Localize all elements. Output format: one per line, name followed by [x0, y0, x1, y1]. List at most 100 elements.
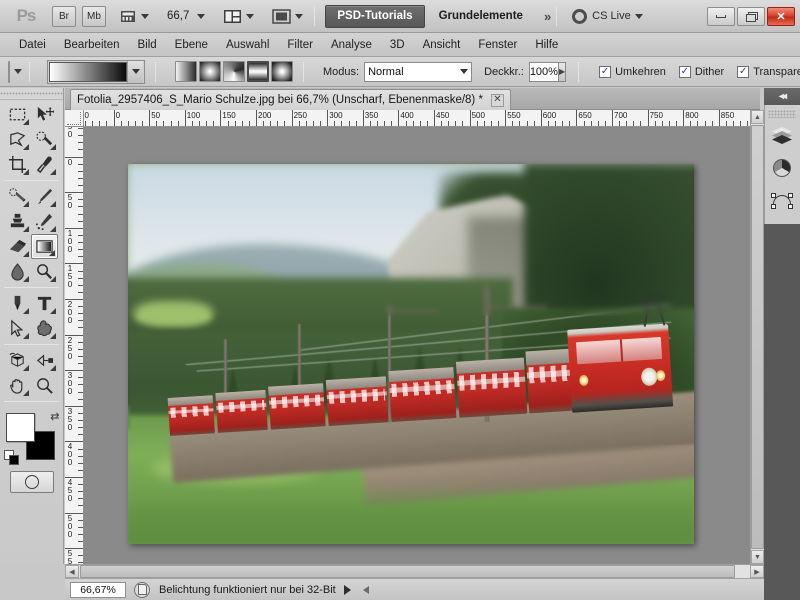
angle-gradient-button[interactable]	[223, 61, 245, 82]
quick-selection-flyout-triangle-icon[interactable]	[50, 144, 56, 150]
restore-button[interactable]	[737, 6, 765, 26]
gradient-picker-dropdown[interactable]	[127, 60, 143, 83]
ruler-corner[interactable]	[65, 110, 84, 127]
linear-gradient-button[interactable]	[175, 61, 197, 82]
dodge-tool[interactable]	[31, 259, 58, 284]
tool-preset-chevron-down-icon[interactable]	[14, 69, 22, 74]
horizontal-ruler[interactable]: 5005010015020025030035040045050055060065…	[84, 110, 750, 127]
transparency-checkbox[interactable]: ✓	[737, 65, 750, 78]
close-button[interactable]: ✕	[767, 6, 795, 26]
custom-shape-flyout-triangle-icon[interactable]	[50, 333, 56, 339]
menu-bearbeiten[interactable]: Bearbeiten	[55, 36, 129, 54]
lasso-tool[interactable]	[4, 127, 31, 152]
pen-flyout-triangle-icon[interactable]	[23, 308, 29, 314]
toolbox-grip-handle[interactable]	[0, 88, 63, 100]
default-colors-icon[interactable]	[3, 450, 19, 465]
menu-filter[interactable]: Filter	[278, 36, 322, 54]
view-extras-button[interactable]	[116, 6, 153, 27]
dodge-flyout-triangle-icon[interactable]	[50, 276, 56, 282]
diamond-gradient-button[interactable]	[271, 61, 293, 82]
history-brush-flyout-triangle-icon[interactable]	[50, 226, 56, 232]
canvas-area[interactable]	[84, 127, 750, 564]
dither-checkbox-row[interactable]: ✓ Dither	[678, 65, 724, 78]
eraser-flyout-triangle-icon[interactable]	[23, 251, 29, 257]
status-expand-arrow-icon[interactable]	[343, 584, 351, 595]
3d-object-flyout-triangle-icon[interactable]	[23, 365, 29, 371]
workspace-tab-grundelemente[interactable]: Grundelemente	[428, 5, 534, 28]
opacity-stepper-button[interactable]: ▶	[558, 61, 567, 82]
screen-mode-chevron-down-icon[interactable]	[295, 13, 304, 19]
canvas-vertical-scrollbar[interactable]: ▲ ▼	[750, 110, 764, 564]
healing-flyout-triangle-icon[interactable]	[23, 201, 29, 207]
quick-mask-mode-button[interactable]	[9, 471, 54, 493]
marquee-flyout-triangle-icon[interactable]	[23, 119, 29, 125]
gradient-flyout-triangle-icon[interactable]	[49, 250, 55, 256]
path-selection-flyout-triangle-icon[interactable]	[23, 333, 29, 339]
brush-tool[interactable]	[31, 184, 58, 209]
menu-auswahl[interactable]: Auswahl	[217, 36, 278, 54]
lasso-flyout-triangle-icon[interactable]	[23, 144, 29, 150]
menu-ebene[interactable]: Ebene	[166, 36, 217, 54]
launch-bridge-button[interactable]: Br	[52, 5, 76, 27]
paths-panel-button[interactable]	[768, 186, 796, 214]
cs-live-button[interactable]: CS Live	[572, 8, 643, 24]
clone-stamp-flyout-triangle-icon[interactable]	[23, 226, 29, 232]
pen-tool[interactable]	[4, 291, 31, 316]
3d-camera-flyout-triangle-icon[interactable]	[50, 365, 56, 371]
menu-hilfe[interactable]: Hilfe	[526, 36, 567, 54]
tool-preset-picker[interactable]	[8, 60, 10, 83]
scroll-left-arrow[interactable]: ◀	[65, 565, 79, 578]
crop-tool[interactable]	[4, 152, 31, 177]
scroll-up-arrow[interactable]: ▲	[751, 110, 764, 124]
screen-mode-button[interactable]	[268, 6, 307, 27]
arrange-chevron-down-icon[interactable]	[246, 13, 255, 19]
menu-bild[interactable]: Bild	[128, 36, 165, 54]
swap-colors-icon[interactable]: ⇄	[50, 410, 59, 423]
workspace-more-chevron-icon[interactable]: »	[544, 9, 551, 24]
type-flyout-triangle-icon[interactable]	[50, 308, 56, 314]
zoom-chevron-down-icon[interactable]	[197, 13, 206, 19]
document-tab[interactable]: Fotolia_2957406_S_Mario Schulze.jpg bei …	[70, 89, 511, 110]
clone-stamp-tool[interactable]	[4, 209, 31, 234]
workspace-tab-psd-tutorials[interactable]: PSD-Tutorials	[325, 4, 425, 28]
reverse-checkbox[interactable]: ✓	[599, 65, 612, 78]
hand-tool[interactable]	[4, 373, 31, 398]
canvas-horizontal-scrollbar[interactable]: ◀ ▶	[65, 564, 764, 578]
path-selection-tool[interactable]	[4, 316, 31, 341]
document-canvas[interactable]	[128, 164, 694, 544]
eraser-tool[interactable]	[4, 234, 31, 259]
blend-mode-select[interactable]: Normal	[364, 61, 473, 82]
launch-mini-bridge-button[interactable]: Mb	[82, 5, 106, 27]
adjustments-panel-button[interactable]	[768, 154, 796, 182]
eyedropper-tool[interactable]	[31, 152, 58, 177]
zoom-percentage-input[interactable]: 66,67%	[70, 581, 126, 598]
quick-selection-tool[interactable]	[31, 127, 58, 152]
move-tool[interactable]	[31, 102, 58, 127]
spot-healing-brush-tool[interactable]	[4, 184, 31, 209]
arrange-documents-button[interactable]	[219, 6, 258, 27]
menu-datei[interactable]: Datei	[10, 36, 55, 54]
reflected-gradient-button[interactable]	[247, 61, 269, 82]
dither-checkbox[interactable]: ✓	[678, 65, 691, 78]
eyedropper-flyout-triangle-icon[interactable]	[50, 169, 56, 175]
brush-flyout-triangle-icon[interactable]	[50, 201, 56, 207]
radial-gradient-button[interactable]	[199, 61, 221, 82]
3d-object-rotate-tool[interactable]	[4, 348, 31, 373]
scroll-down-arrow[interactable]: ▼	[751, 550, 764, 564]
close-document-icon[interactable]: ✕	[490, 93, 504, 107]
horizontal-scroll-thumb[interactable]	[80, 565, 735, 578]
blur-tool[interactable]	[4, 259, 31, 284]
gradient-picker[interactable]	[47, 59, 145, 84]
document-info-icon[interactable]	[134, 581, 150, 598]
vertical-ruler[interactable]: 5 0 0 5 0 1 0 0 1 5 0 2 0 0 2 5 0 3 0 0 3 5 0 4 0…	[65, 127, 84, 564]
transparency-checkbox-row[interactable]: ✓ Transparenz	[737, 65, 800, 78]
menu-3d[interactable]: 3D	[381, 36, 414, 54]
dock-expand-header[interactable]: ◂◂	[764, 88, 800, 105]
zoom-tool[interactable]	[31, 373, 58, 398]
reverse-checkbox-row[interactable]: ✓ Umkehren	[599, 65, 666, 78]
minimize-button[interactable]	[707, 6, 735, 26]
dock-grip-handle[interactable]	[768, 110, 796, 118]
menu-fenster[interactable]: Fenster	[469, 36, 526, 54]
gradient-tool[interactable]	[31, 234, 58, 259]
blur-flyout-triangle-icon[interactable]	[23, 276, 29, 282]
